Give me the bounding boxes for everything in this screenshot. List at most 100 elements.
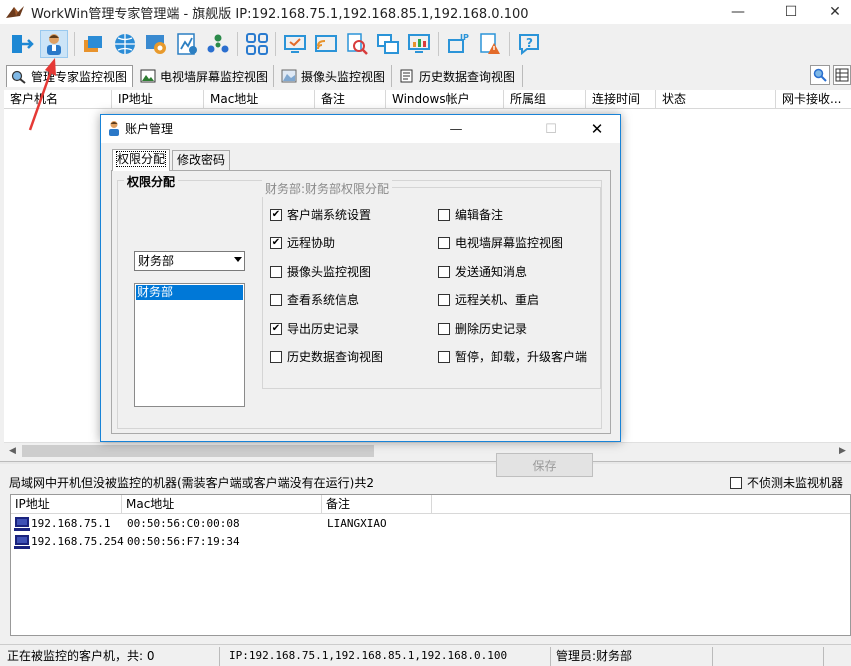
windows-button[interactable]	[80, 30, 108, 58]
checkbox-box[interactable]: ✔	[270, 322, 282, 335]
cast-icon	[315, 35, 337, 52]
pane-splitter[interactable]	[0, 461, 851, 464]
save-button[interactable]: 保存	[496, 453, 593, 477]
tab-change-password[interactable]: 修改密码	[172, 150, 231, 170]
permission-checkbox[interactable]: 远程关机、重启	[438, 291, 539, 308]
account-button[interactable]	[40, 30, 68, 58]
checkbox-box[interactable]	[438, 322, 450, 335]
permission-checkbox[interactable]: 电视墙屏幕监控视图	[438, 234, 563, 251]
svg-text:IP: IP	[460, 33, 469, 42]
row-ip: 192.168.75.1	[31, 517, 111, 530]
col-mac[interactable]: Mac地址	[204, 90, 315, 109]
row-note: LIANGXIAO	[327, 517, 387, 530]
dialog-title: 账户管理	[125, 122, 174, 136]
col-note[interactable]: 备注	[315, 90, 386, 109]
permission-checkbox[interactable]: 删除历史记录	[438, 320, 527, 337]
permission-label: 客户端系统设置	[287, 208, 372, 222]
tab-tv-wall[interactable]: 电视墙屏幕监控视图	[136, 65, 274, 87]
permission-checkbox[interactable]: 查看系统信息	[270, 291, 359, 308]
tab-label: 摄像头监控视图	[301, 69, 386, 84]
checkbox-box[interactable]: ✔	[270, 208, 282, 221]
help-button[interactable]: ?	[515, 30, 543, 58]
permission-checkbox[interactable]: 暂停，卸载，升级客户端	[438, 348, 587, 365]
group-button[interactable]	[204, 30, 232, 58]
lan-col-mac[interactable]: Mac地址	[122, 495, 322, 514]
table-row[interactable]: 192.168.75.254 00:50:56:F7:19:34	[11, 533, 431, 551]
ip-button[interactable]: IP	[445, 30, 473, 58]
lan-col-note[interactable]: 备注	[322, 495, 432, 514]
tab-expert-monitor[interactable]: 管理专家监控视图	[6, 65, 133, 87]
network-button[interactable]	[111, 30, 139, 58]
search-button[interactable]	[810, 65, 830, 85]
close-button[interactable]: ✕	[812, 0, 851, 24]
col-nic-receive[interactable]: 网卡接收...	[776, 90, 851, 109]
permission-label: 删除历史记录	[455, 322, 528, 336]
maximize-button[interactable]: ☐	[768, 0, 814, 24]
table-row[interactable]: 192.168.75.1 00:50:56:C0:00:08 LIANGXIAO	[11, 515, 431, 533]
chevron-down-icon[interactable]	[234, 257, 242, 262]
list-item[interactable]: 财务部	[136, 285, 243, 300]
tab-camera[interactable]: 摄像头监控视图	[277, 65, 392, 87]
checkbox-box[interactable]	[270, 350, 282, 363]
window-title: WorkWin管理专家管理端 - 旗舰版 IP:192.168.75.1,192…	[31, 6, 529, 22]
user-combo[interactable]: 财务部	[134, 251, 245, 271]
dialog-close-button[interactable]: ✕	[574, 115, 620, 143]
monitor-icon	[408, 34, 430, 53]
search-doc-button[interactable]	[343, 30, 371, 58]
dialog-maximize-button[interactable]: ☐	[528, 115, 574, 143]
checkbox-box[interactable]	[438, 208, 450, 221]
tab-permission[interactable]: 权限分配	[112, 149, 171, 171]
exit-button[interactable]	[8, 30, 36, 58]
copy-button[interactable]	[374, 30, 402, 58]
row-mac: 00:50:56:C0:00:08	[127, 517, 240, 530]
permission-checkbox[interactable]: 摄像头监控视图	[270, 263, 371, 280]
dialog-minimize-button[interactable]: —	[433, 115, 479, 143]
horizontal-scrollbar[interactable]: ◀ ▶	[4, 442, 851, 459]
user-listbox[interactable]: 财务部	[134, 283, 245, 407]
scroll-thumb[interactable]	[22, 445, 374, 457]
permission-checkbox[interactable]: 发送通知消息	[438, 263, 527, 280]
screen-button[interactable]	[281, 30, 309, 58]
checkbox-box[interactable]	[270, 293, 282, 306]
permission-checkbox[interactable]: 历史数据查询视图	[270, 348, 383, 365]
permission-checkbox[interactable]: ✔ 客户端系统设置	[270, 206, 371, 223]
search-doc-icon	[347, 33, 368, 55]
col-windows-account[interactable]: Windows帐户	[386, 90, 504, 109]
col-connect-time[interactable]: 连接时间	[586, 90, 656, 109]
checkbox-box[interactable]	[438, 350, 450, 363]
col-group[interactable]: 所属组	[504, 90, 586, 109]
history-doc-icon	[400, 69, 413, 83]
tab-history[interactable]: 历史数据查询视图	[395, 65, 523, 87]
copy-icon	[377, 34, 399, 54]
checkbox-box[interactable]	[438, 293, 450, 306]
minimize-button[interactable]: —	[715, 0, 761, 24]
checkbox-box[interactable]	[730, 476, 742, 489]
no-detect-checkbox[interactable]: 不侦测未监视机器	[730, 474, 843, 491]
scroll-left-icon[interactable]: ◀	[4, 443, 21, 460]
grid-view-button[interactable]	[243, 30, 271, 58]
row-mac: 00:50:56:F7:19:34	[127, 535, 240, 548]
checkbox-box[interactable]	[438, 265, 450, 278]
col-ip[interactable]: IP地址	[112, 90, 204, 109]
tab-label: 权限分配	[115, 151, 167, 167]
scroll-right-icon[interactable]: ▶	[834, 443, 851, 460]
permission-checkbox[interactable]: 编辑备注	[438, 206, 503, 223]
computer-icon	[14, 517, 30, 531]
grid-icon	[246, 33, 268, 55]
view-toggle-button[interactable]	[833, 65, 851, 85]
checkbox-box[interactable]	[438, 236, 450, 249]
col-status[interactable]: 状态	[656, 90, 776, 109]
report-button[interactable]	[173, 30, 201, 58]
dept-permission-title: 财务部:财务部权限分配	[262, 180, 393, 197]
alert-button[interactable]	[476, 30, 504, 58]
lan-col-ip[interactable]: IP地址	[11, 495, 122, 514]
monitor-button[interactable]	[405, 30, 433, 58]
checkbox-box[interactable]	[270, 265, 282, 278]
checkbox-box[interactable]: ✔	[270, 236, 282, 249]
permission-label: 历史数据查询视图	[287, 350, 384, 364]
permission-checkbox[interactable]: ✔ 远程协助	[270, 234, 335, 251]
col-client-name[interactable]: 客户机名	[4, 90, 112, 109]
cast-button[interactable]	[312, 30, 340, 58]
settings-button[interactable]	[142, 30, 170, 58]
permission-checkbox[interactable]: ✔ 导出历史记录	[270, 320, 359, 337]
